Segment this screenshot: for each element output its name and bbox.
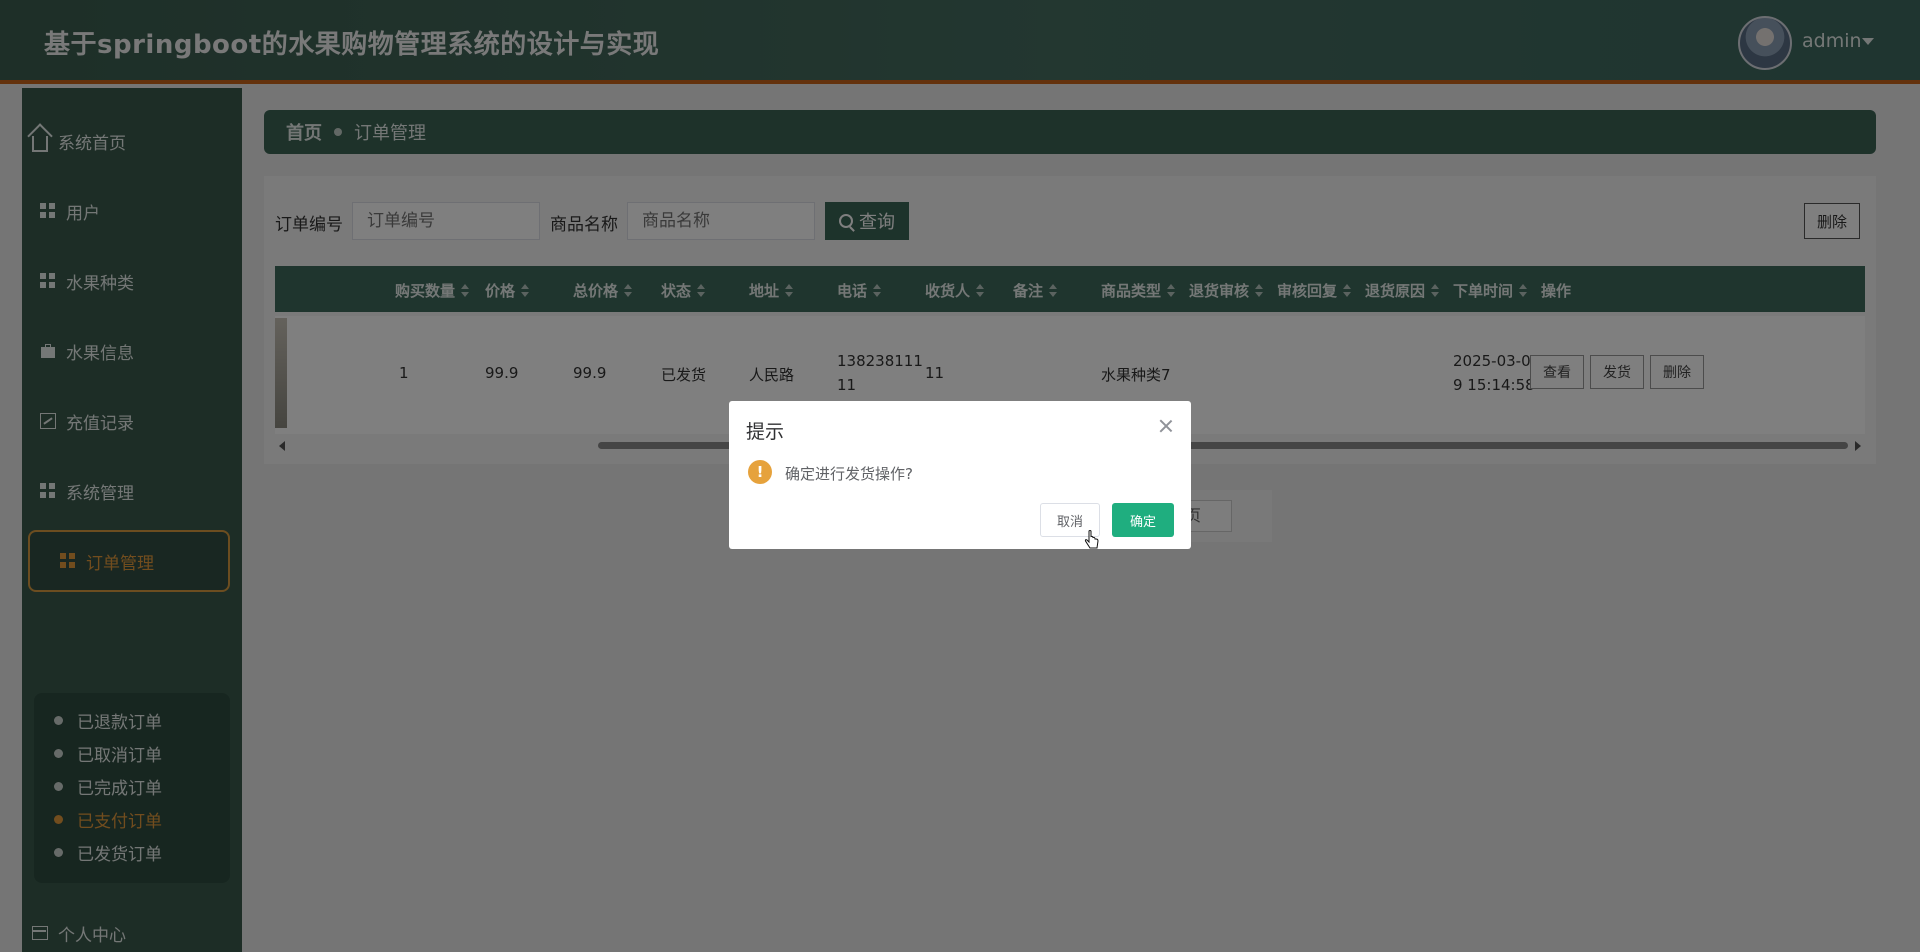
- confirm-button[interactable]: 确定: [1112, 503, 1174, 537]
- confirm-dialog: 提示 ! 确定进行发货操作? 取消 确定: [729, 401, 1191, 549]
- dialog-message: 确定进行发货操作?: [785, 465, 913, 483]
- close-icon[interactable]: [1159, 419, 1173, 433]
- hand-cursor-icon: [1084, 530, 1099, 549]
- warning-icon: !: [748, 460, 772, 484]
- dialog-title: 提示: [746, 421, 785, 443]
